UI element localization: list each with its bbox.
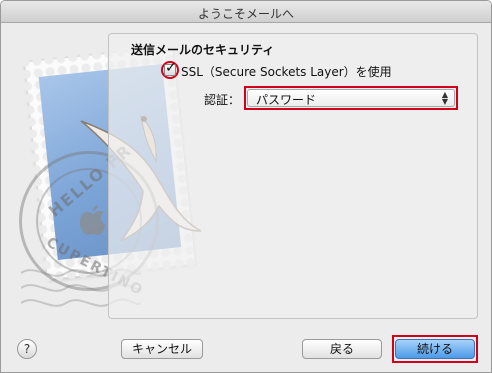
apple-icon xyxy=(80,205,105,235)
auth-select[interactable]: パスワード ▲ ▼ xyxy=(247,89,455,107)
help-icon: ? xyxy=(23,342,31,356)
assistant-window: ようこそメールへ HELLO FR CUPERTINO 送信メールのセキュリティ… xyxy=(0,0,492,373)
help-button[interactable]: ? xyxy=(17,339,37,359)
cancel-button[interactable]: キャンセル xyxy=(121,339,203,359)
auth-label: 認証： xyxy=(204,93,241,107)
window-title: ようこそメールへ xyxy=(197,7,294,21)
ssl-label[interactable]: SSL（Secure Sockets Layer）を使用 xyxy=(181,63,392,80)
section-title: 送信メールのセキュリティ xyxy=(131,43,275,57)
back-button[interactable]: 戻る xyxy=(302,339,382,359)
auth-select-value: パスワード xyxy=(256,93,317,107)
checkmark-icon: ✓ xyxy=(165,60,177,76)
updown-arrows-icon: ▲ ▼ xyxy=(441,90,449,106)
title-bar: ようこそメールへ xyxy=(1,1,491,23)
continue-button[interactable]: 続ける xyxy=(395,339,475,359)
ssl-checkbox[interactable]: ✓ xyxy=(164,60,177,76)
